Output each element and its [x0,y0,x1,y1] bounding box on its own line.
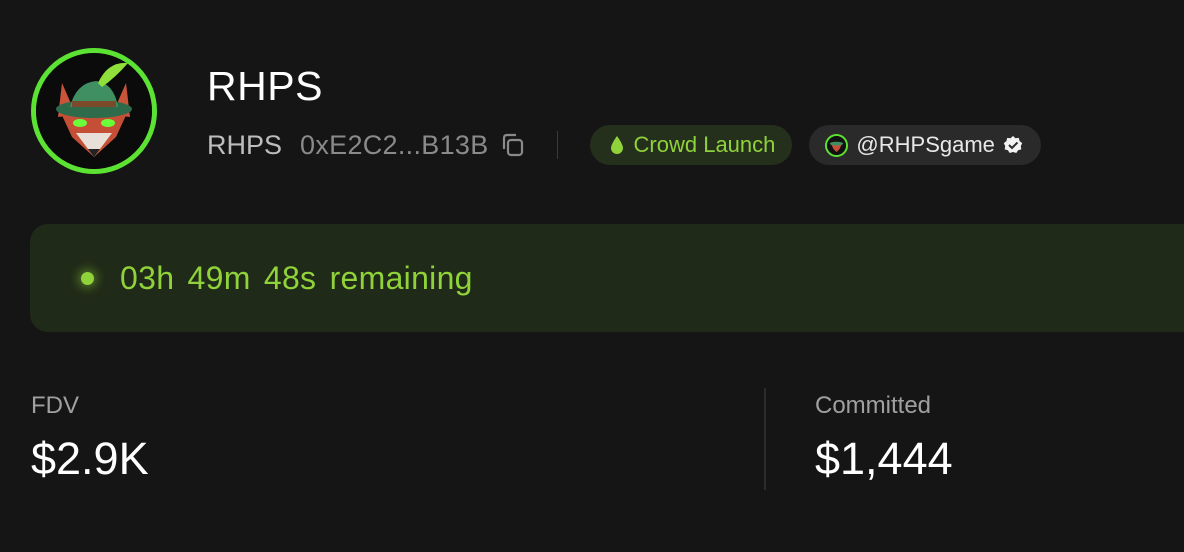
countdown-seconds: 48s [263,259,317,296]
fdv-value: $2.9K [31,433,149,484]
crowd-launch-label: Crowd Launch [633,132,776,157]
drop-icon [610,135,624,155]
handle-label: @RHPSgame [856,132,995,157]
fox-with-green-hat-icon [36,53,152,169]
token-page: RHPS RHPS 0xE2C2...B13B Crowd Launch @RH… [0,0,1184,552]
countdown-hours: 03h [120,259,175,296]
fdv-stat: FDV $2.9K [31,390,149,487]
countdown-suffix: remaining [329,259,473,296]
live-status-dot [81,271,94,285]
verified-check-icon [1003,135,1023,155]
stats-divider [764,388,766,490]
token-meta-row: RHPS 0xE2C2...B13B Crowd Launch @RHPSgam… [207,124,1041,166]
token-avatar [31,48,157,174]
committed-stat: Committed $1,444 [815,390,953,487]
contract-address: 0xE2C2...B13B [300,129,489,160]
countdown-banner: 03h 49m 48s remaining [30,224,1184,332]
committed-label: Committed [815,392,932,419]
countdown-minutes: 49m [187,259,251,296]
committed-value: $1,444 [815,433,953,484]
meta-divider [556,131,558,159]
handle-avatar [825,133,849,157]
crowd-launch-badge[interactable]: Crowd Launch [589,125,793,165]
social-handle-link[interactable]: @RHPSgame [809,125,1041,165]
token-ticker: RHPS [207,129,283,160]
copy-icon [502,133,523,157]
countdown-text: 03h 49m 48s remaining [120,260,473,297]
copy-address-button[interactable] [499,131,527,159]
fdv-label: FDV [31,392,79,419]
token-name: RHPS [207,63,323,109]
